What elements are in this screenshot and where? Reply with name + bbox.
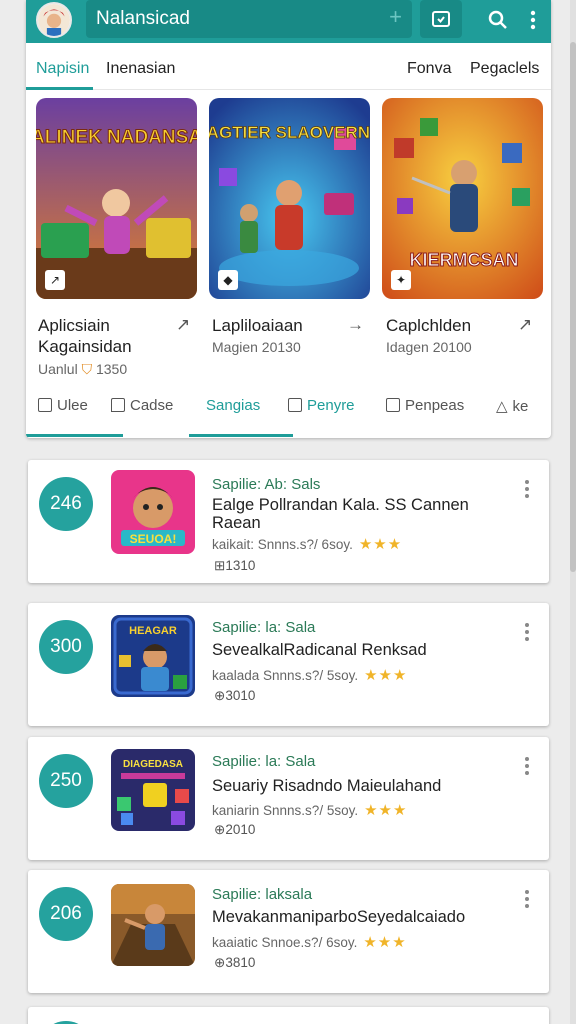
app-size: ⊞1310: [214, 558, 256, 573]
app-category: Sapilie: laksala: [212, 886, 313, 903]
featured-title-3[interactable]: Caplchlden: [386, 316, 471, 336]
app-list-item[interactable]: 206 Sapilie: laksala MevakanmaniparboSey…: [28, 870, 549, 993]
app-list-item[interactable]: 250 DIAGEDASA Sapilie: la: Sala Seuariy …: [28, 737, 549, 860]
download-button[interactable]: [420, 0, 462, 38]
tab-fonva[interactable]: Fonva: [407, 60, 451, 78]
category-underline-left: [26, 434, 123, 437]
download-icon: [432, 11, 450, 27]
storage-icon: ⊕: [214, 688, 226, 703]
featured-title-1-line2[interactable]: Kagainsidan: [38, 337, 132, 357]
app-logo-avatar[interactable]: [36, 2, 72, 38]
thumbnail-text-3: DIAGEDASA: [123, 759, 183, 770]
scrollbar-thumb[interactable]: [570, 42, 576, 572]
category-underline-active: [189, 434, 293, 437]
featured-badge-icon: ↗: [45, 270, 65, 290]
category-cadse[interactable]: Cadse: [111, 397, 173, 414]
app-category: Sapilie: la: Sala: [212, 753, 316, 770]
featured-card-1[interactable]: KALINEK NADANSAX ↗: [36, 98, 197, 299]
tab-inenasian[interactable]: Inenasian: [106, 60, 175, 78]
app-title[interactable]: Ealge Pollrandan Kala. SS Cannen Raean: [212, 496, 512, 532]
search-box[interactable]: Nalansicad +: [86, 0, 412, 38]
featured-art-1: KALINEK NADANSAX: [36, 98, 197, 299]
app-category: Sapilie: la: Sala: [212, 619, 316, 636]
app-meta: kaalada Snnns.s?/ 5soy. ★★★: [212, 667, 408, 684]
app-size: ⊕3810: [214, 955, 256, 970]
featured-meta-1: Uanlul ⛉ 1350: [38, 361, 128, 377]
app-thumbnail[interactable]: [111, 884, 195, 966]
app-list-item[interactable]: 300 HEAGAR Sapilie: la: Sala SevealkalRa…: [28, 603, 549, 726]
category-row: Ulee Cadse Sangias Penyre Penpeas △ ke: [26, 392, 551, 422]
featured-arrow-icon-1[interactable]: ↗: [176, 315, 190, 335]
thumbnail-text-2: HEAGAR: [129, 625, 177, 637]
tab-bar: Napisin Inenasian Fonva Pegaclels: [26, 50, 551, 90]
featured-arrow-icon-2[interactable]: →: [347, 315, 364, 335]
app-category: Sapilie: Ab: Sals: [212, 476, 321, 493]
featured-meta-2: Magien 20130: [212, 339, 301, 355]
rank-badge: 300: [39, 620, 93, 674]
app-thumbnail[interactable]: SEUOA!: [111, 470, 195, 554]
thumbnail-text-1: SEUOA!: [130, 532, 177, 546]
featured-banner-1: KALINEK NADANSAX: [36, 127, 197, 148]
more-vert-icon[interactable]: [525, 623, 529, 644]
app-bar: Nalansicad +: [26, 0, 551, 43]
tab-pegaclels[interactable]: Pegaclels: [470, 60, 539, 78]
category-penpeas[interactable]: Penpeas: [386, 397, 464, 414]
app-size: ⊕2010: [214, 822, 256, 837]
featured-art-3: KIERMCSAN: [382, 98, 543, 299]
storage-icon: ⊕: [214, 822, 226, 837]
warning-icon: △: [496, 398, 508, 415]
chat-icon: [288, 398, 302, 412]
search-icon[interactable]: [485, 7, 511, 33]
more-vert-icon[interactable]: [525, 757, 529, 778]
storage-icon: ⊕: [214, 955, 226, 970]
category-ke[interactable]: △ ke: [496, 397, 528, 415]
tab-napisin[interactable]: Napisin: [36, 60, 89, 78]
featured-art-2: VAGTIER SLAOVERNE: [209, 98, 370, 299]
top-card: Nalansicad + Napisin Inenasian Fonva Peg…: [26, 0, 551, 438]
app-thumbnail[interactable]: DIAGEDASA: [111, 749, 195, 831]
app-meta: kaniarin Snnns.s?/ 5soy. ★★★: [212, 802, 408, 819]
featured-badge-icon: ✦: [391, 270, 411, 290]
app-thumbnail[interactable]: HEAGAR: [111, 615, 195, 697]
featured-banner-2: VAGTIER SLAOVERNE: [209, 123, 370, 142]
featured-title-1[interactable]: Aplicsiain: [38, 316, 110, 336]
search-input[interactable]: Nalansicad: [96, 8, 190, 30]
app-meta: kaikait: Snnns.s?/ 6soy. ★★★: [212, 536, 403, 553]
category-sangias[interactable]: Sangias: [206, 397, 260, 414]
more-vert-icon[interactable]: [520, 7, 546, 33]
list-icon: [386, 398, 400, 412]
more-vert-icon[interactable]: [525, 890, 529, 911]
app-title[interactable]: Seuariy Risadndo Maieulahand: [212, 777, 512, 795]
rating-stars: ★★★: [364, 667, 408, 684]
category-penyre[interactable]: Penyre: [288, 397, 355, 414]
featured-card-3[interactable]: KIERMCSAN ✦: [382, 98, 543, 299]
featured-card-2[interactable]: VAGTIER SLAOVERNE ◆: [209, 98, 370, 299]
featured-badge-icon: ◆: [218, 270, 238, 290]
active-tab-indicator: [26, 87, 93, 90]
app-list-item[interactable]: 246 SEUOA! Sapilie: Ab: Sals Ealge Pollr…: [28, 460, 549, 583]
app-size: ⊕3010: [214, 688, 256, 703]
featured-meta-3: Idagen 20100: [386, 339, 472, 355]
rating-stars: ★★★: [364, 802, 408, 819]
featured-title-2[interactable]: Lapliloaiaan: [212, 316, 303, 336]
app-title[interactable]: MevakanmaniparboSeyedalcaiado: [212, 908, 512, 926]
rank-badge: 246: [39, 477, 93, 531]
featured-banner-3: KIERMCSAN: [409, 250, 518, 270]
app-title[interactable]: SevealkalRadicanal Renksad: [212, 641, 512, 659]
chat-icon: [111, 398, 125, 412]
featured-arrow-icon-3[interactable]: ↗: [518, 315, 532, 335]
app-meta: kaaiatic Snnoe.s?/ 6soy. ★★★: [212, 934, 407, 951]
storage-icon: ⊞: [214, 558, 226, 573]
category-icon: [38, 398, 52, 412]
rating-stars: ★★★: [358, 536, 403, 553]
rank-badge: 250: [39, 754, 93, 808]
rank-badge: 206: [39, 887, 93, 941]
category-ulee[interactable]: Ulee: [38, 397, 88, 414]
rating-stars: ★★★: [363, 934, 407, 951]
more-vert-icon[interactable]: [525, 480, 529, 501]
app-list-item-partial[interactable]: [28, 1007, 549, 1024]
add-icon[interactable]: +: [389, 4, 402, 30]
